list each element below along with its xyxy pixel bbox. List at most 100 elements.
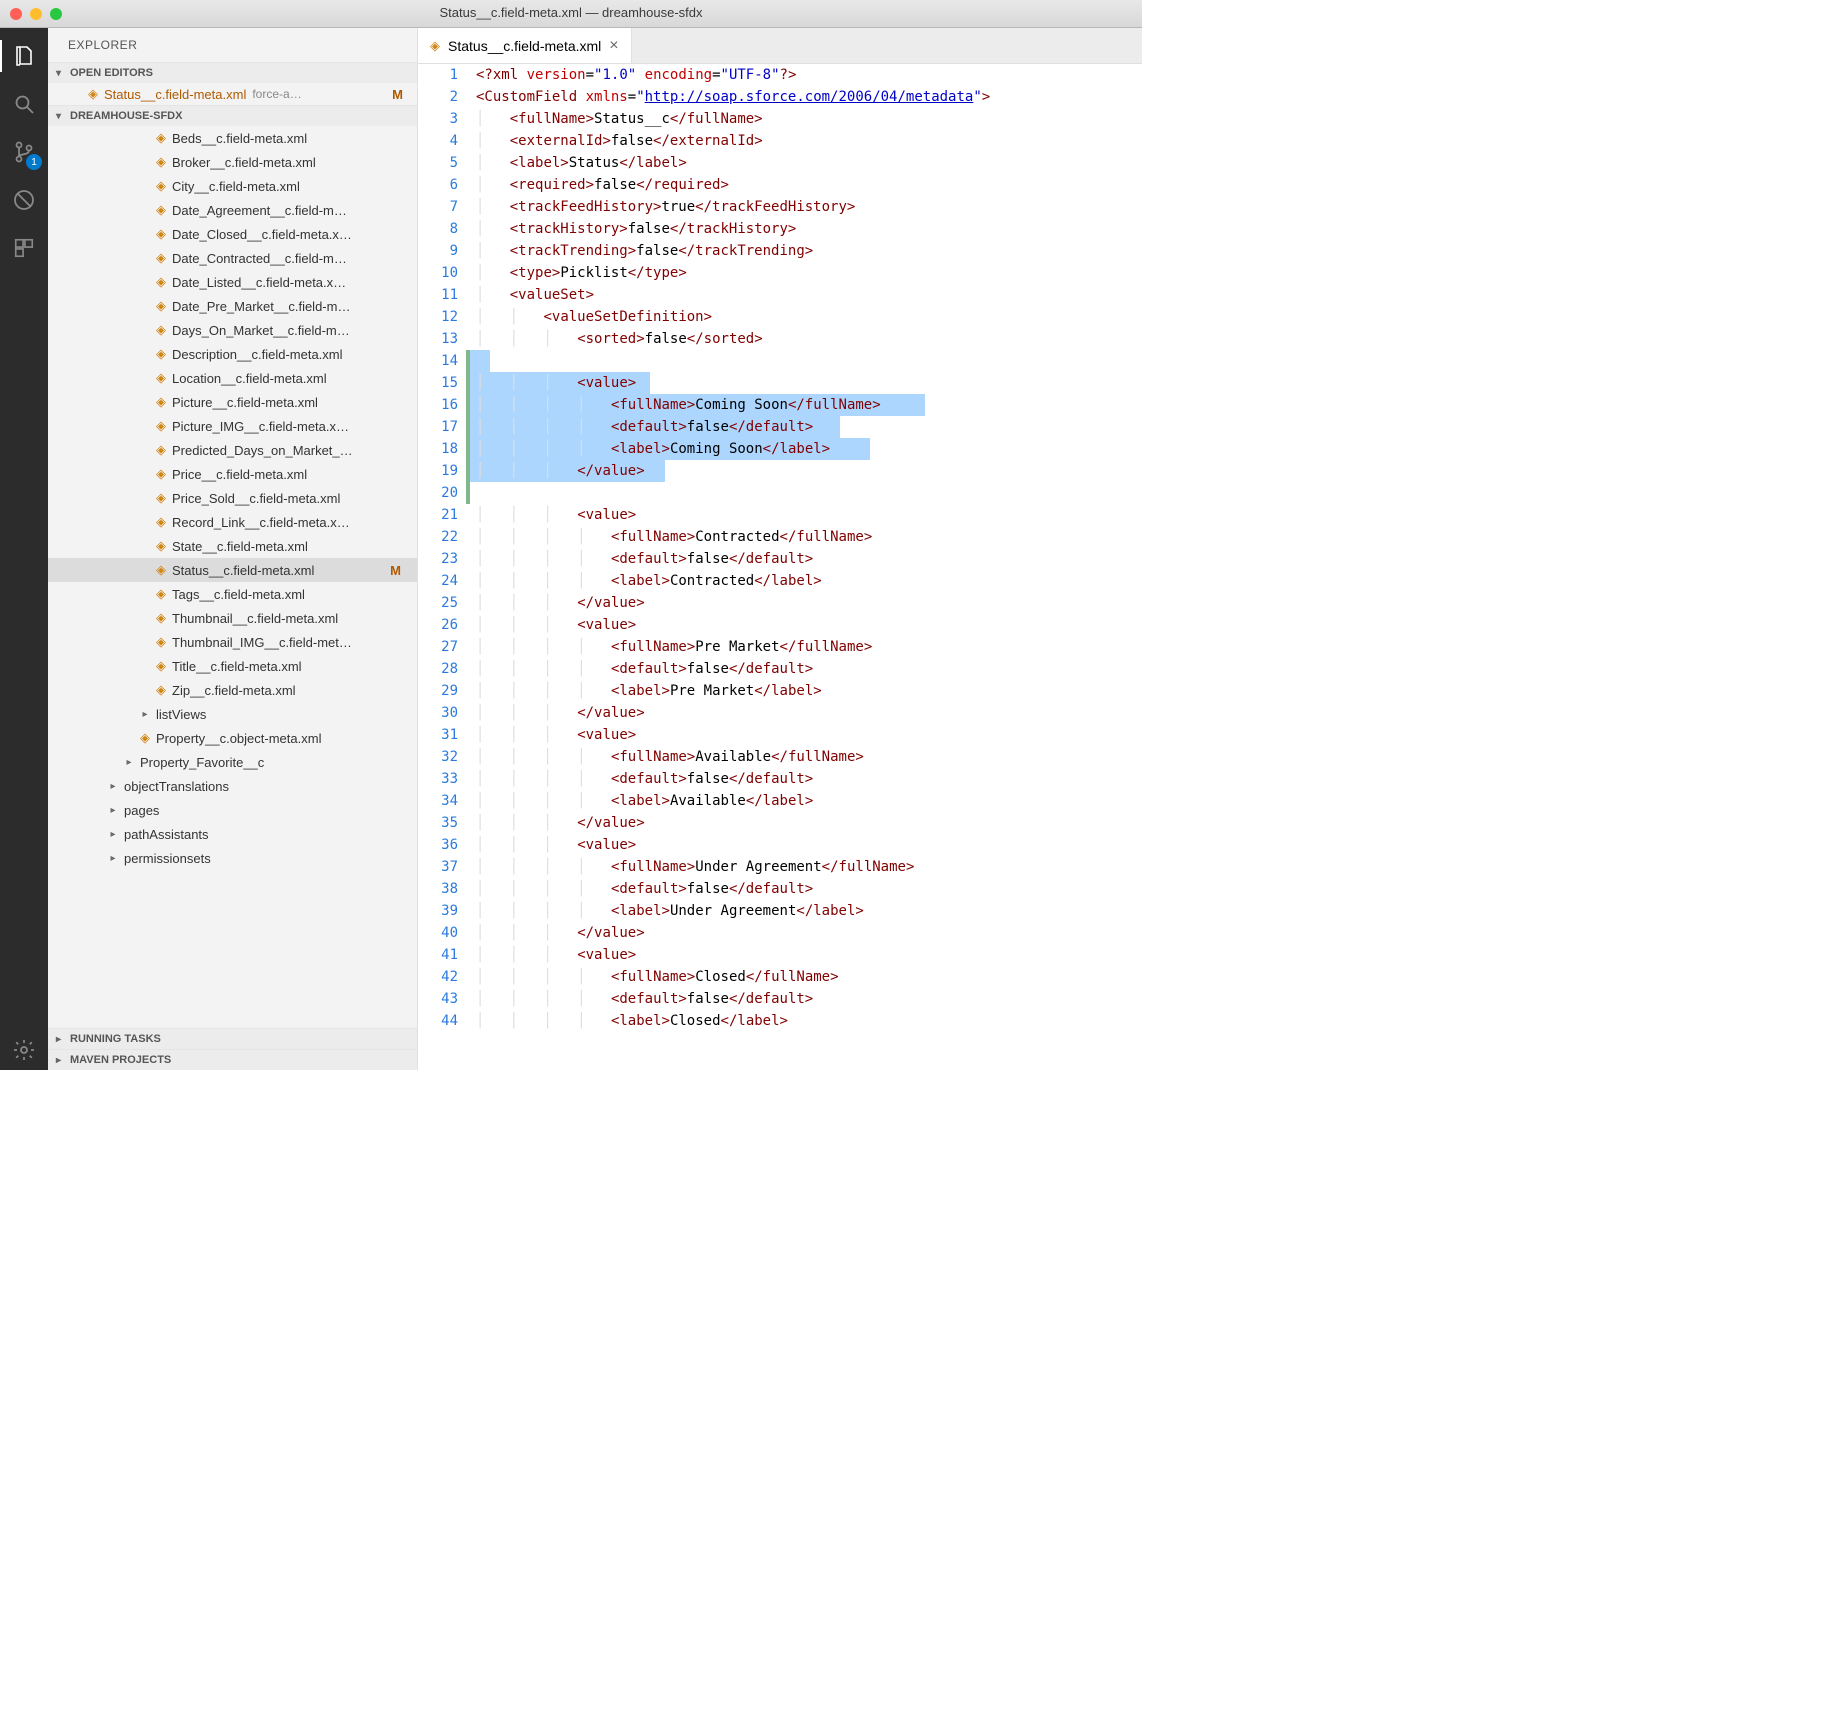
file-item[interactable]: ◈Description__c.field-meta.xml [48,342,417,366]
tab-bar[interactable]: ◈ Status__c.field-meta.xml × [418,28,1142,64]
code-line[interactable]: │ │ │ <sorted>false</sorted> [476,328,1142,350]
code-line[interactable]: │ │ │ </value> [476,592,1142,614]
zoom-window-button[interactable] [50,8,62,20]
code-content[interactable]: <?xml version="1.0" encoding="UTF-8"?><C… [470,64,1142,1070]
code-line[interactable]: │ │ │ <value> [476,504,1142,526]
file-item[interactable]: ◈Record_Link__c.field-meta.x… [48,510,417,534]
code-line[interactable]: │ │ │ │ <default>false</default> [476,416,1142,438]
file-tree[interactable]: ◈Beds__c.field-meta.xml◈Broker__c.field-… [48,126,417,1028]
file-item[interactable]: ◈Tags__c.field-meta.xml [48,582,417,606]
debug-activity[interactable] [4,180,44,220]
code-line[interactable]: │ │ │ </value> [476,922,1142,944]
file-item[interactable]: ◈Picture__c.field-meta.xml [48,390,417,414]
code-line[interactable]: │ │ │ </value> [476,812,1142,834]
code-line[interactable]: │ │ │ <value> [476,372,1142,394]
file-item[interactable]: ◈Date_Closed__c.field-meta.x… [48,222,417,246]
code-line[interactable]: │ │ <valueSetDefinition> [476,306,1142,328]
titlebar[interactable]: Status__c.field-meta.xml — dreamhouse-sf… [0,0,1142,28]
file-item[interactable]: ◈Picture_IMG__c.field-meta.x… [48,414,417,438]
search-activity[interactable] [4,84,44,124]
file-item[interactable]: ◈Date_Listed__c.field-meta.x… [48,270,417,294]
file-item[interactable]: ◈Date_Agreement__c.field-m… [48,198,417,222]
file-item[interactable]: ◈Broker__c.field-meta.xml [48,150,417,174]
open-editor-item[interactable]: ◈Status__c.field-meta.xml force-a…M [48,83,417,105]
file-item[interactable]: ◈Date_Pre_Market__c.field-m… [48,294,417,318]
file-item[interactable]: ◈Price_Sold__c.field-meta.xml [48,486,417,510]
file-item[interactable]: ◈Status__c.field-meta.xmlM [48,558,417,582]
code-line[interactable]: │ │ │ │ <label>Closed</label> [476,1010,1142,1032]
code-line[interactable]: │ │ │ <value> [476,944,1142,966]
code-line[interactable]: │ <required>false</required> [476,174,1142,196]
code-line[interactable]: │ │ │ <value> [476,614,1142,636]
xml-file-icon: ◈ [88,86,98,102]
code-line[interactable]: │ <trackHistory>false</trackHistory> [476,218,1142,240]
folder-item[interactable]: ▸pathAssistants [48,822,417,846]
file-item[interactable]: ◈State__c.field-meta.xml [48,534,417,558]
close-tab-icon[interactable]: × [609,37,618,55]
file-item[interactable]: ◈Zip__c.field-meta.xml [48,678,417,702]
file-item[interactable]: ◈Price__c.field-meta.xml [48,462,417,486]
file-name: Status__c.field-meta.xml [172,563,314,578]
code-line[interactable]: │ <label>Status</label> [476,152,1142,174]
code-line[interactable]: <?xml version="1.0" encoding="UTF-8"?> [476,64,1142,86]
code-line[interactable]: │ │ │ │ <label>Contracted</label> [476,570,1142,592]
code-line[interactable]: │ <trackFeedHistory>true</trackFeedHisto… [476,196,1142,218]
file-item[interactable]: ◈Title__c.field-meta.xml [48,654,417,678]
code-line[interactable]: │ <fullName>Status__c</fullName> [476,108,1142,130]
code-line[interactable]: │ │ │ │ <fullName>Under Agreement</fullN… [476,856,1142,878]
code-line[interactable]: │ │ │ <value> [476,834,1142,856]
sidebar-title: EXPLORER [48,28,417,62]
code-line[interactable]: │ <valueSet> [476,284,1142,306]
code-line[interactable]: │ │ │ │ <default>false</default> [476,548,1142,570]
close-window-button[interactable] [10,8,22,20]
collapsed-section[interactable]: ▸RUNNING TASKS [48,1028,417,1049]
code-line[interactable]: │ │ │ │ <label>Coming Soon</label> [476,438,1142,460]
open-editors-section[interactable]: ▾ OPEN EDITORS [48,62,417,83]
file-item[interactable]: ◈Thumbnail_IMG__c.field-met… [48,630,417,654]
code-line[interactable]: │ │ │ │ <fullName>Available</fullName> [476,746,1142,768]
code-line[interactable]: │ │ │ │ <label>Pre Market</label> [476,680,1142,702]
extensions-activity[interactable] [4,228,44,268]
explorer-activity[interactable] [4,36,44,76]
code-line[interactable]: │ │ │ │ <fullName>Pre Market</fullName> [476,636,1142,658]
folder-item[interactable]: ▸pages [48,798,417,822]
code-line[interactable]: │ │ │ │ <fullName>Contracted</fullName> [476,526,1142,548]
code-area[interactable]: 1234567891011121314151617181920212223242… [418,64,1142,1070]
file-name: Location__c.field-meta.xml [172,371,327,386]
code-line[interactable]: │ │ │ │ <label>Under Agreement</label> [476,900,1142,922]
code-line[interactable]: │ │ │ </value> [476,460,1142,482]
file-item[interactable]: ◈Property__c.object-meta.xml [48,726,417,750]
file-item[interactable]: ◈Beds__c.field-meta.xml [48,126,417,150]
code-line[interactable]: │ │ │ │ <default>false</default> [476,768,1142,790]
code-line[interactable]: │ │ │ │ <default>false</default> [476,988,1142,1010]
code-line[interactable]: │ │ │ │ <fullName>Closed</fullName> [476,966,1142,988]
minimize-window-button[interactable] [30,8,42,20]
code-line[interactable]: │ <type>Picklist</type> [476,262,1142,284]
code-line[interactable]: │ │ │ </value> [476,702,1142,724]
file-item[interactable]: ◈City__c.field-meta.xml [48,174,417,198]
editor-tab[interactable]: ◈ Status__c.field-meta.xml × [418,28,632,63]
code-line[interactable]: │ <externalId>false</externalId> [476,130,1142,152]
code-line[interactable]: │ │ │ │ <default>false</default> [476,658,1142,680]
code-line[interactable] [476,350,1142,372]
code-line[interactable]: <CustomField xmlns="http://soap.sforce.c… [476,86,1142,108]
code-line[interactable]: │ │ │ │ <fullName>Coming Soon</fullName> [476,394,1142,416]
folder-item[interactable]: ▸permissionsets [48,846,417,870]
folder-item[interactable]: ▸Property_Favorite__c [48,750,417,774]
file-item[interactable]: ◈Location__c.field-meta.xml [48,366,417,390]
code-line[interactable]: │ <trackTrending>false</trackTrending> [476,240,1142,262]
file-item[interactable]: ◈Date_Contracted__c.field-m… [48,246,417,270]
folder-item[interactable]: ▸objectTranslations [48,774,417,798]
code-line[interactable]: │ │ │ │ <label>Available</label> [476,790,1142,812]
file-item[interactable]: ◈Thumbnail__c.field-meta.xml [48,606,417,630]
file-item[interactable]: ◈Days_On_Market__c.field-m… [48,318,417,342]
collapsed-section[interactable]: ▸MAVEN PROJECTS [48,1049,417,1070]
settings-activity[interactable] [4,1030,44,1070]
scm-activity[interactable]: 1 [4,132,44,172]
folder-item[interactable]: ▸listViews [48,702,417,726]
file-item[interactable]: ◈Predicted_Days_on_Market_… [48,438,417,462]
code-line[interactable] [476,482,1142,504]
code-line[interactable]: │ │ │ <value> [476,724,1142,746]
workspace-section[interactable]: ▾ DREAMHOUSE-SFDX [48,105,417,126]
code-line[interactable]: │ │ │ │ <default>false</default> [476,878,1142,900]
